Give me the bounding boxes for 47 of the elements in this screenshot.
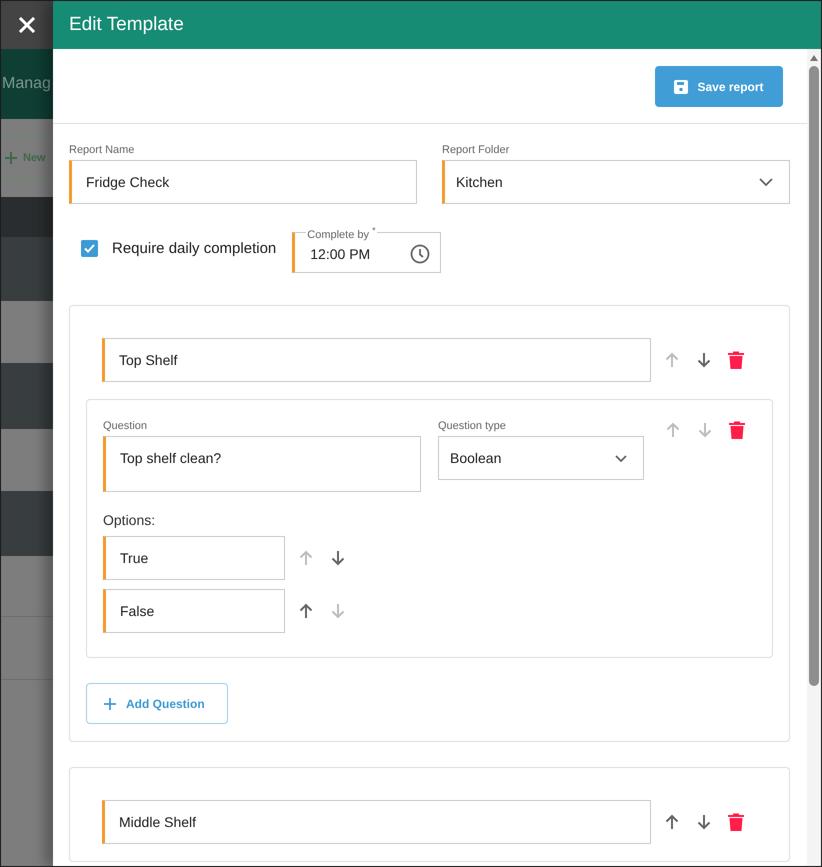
arrow-down-icon: [331, 603, 345, 619]
report-name-field[interactable]: Fridge Check: [69, 160, 417, 204]
scrollbar-thumb[interactable]: [809, 66, 819, 686]
time-field[interactable]: Complete by $^{*}$ 12:00 PM: [292, 224, 442, 273]
clock-icon: [410, 244, 430, 264]
field-label: Report Name: [69, 144, 136, 157]
section-title-field[interactable]: Top Shelf: [102, 338, 651, 382]
dialog-title: Edit Template: [69, 14, 184, 36]
arrow-up-icon: [299, 550, 313, 566]
list-row: [1, 197, 53, 237]
option-field[interactable]: True: [103, 536, 285, 580]
list-row: [1, 491, 53, 556]
arrow-down-icon: [331, 550, 345, 566]
page-title: Manag: [1, 75, 51, 93]
arrow-down-icon: [697, 352, 711, 368]
arrow-up-icon: [666, 422, 680, 438]
options-label: Options:: [103, 512, 156, 528]
field-label: Question type: [438, 420, 507, 433]
field-label: Question: [103, 420, 148, 433]
list-row: [1, 363, 53, 429]
trash-icon: [728, 351, 744, 369]
trash-icon: [729, 421, 745, 439]
plus-icon: [5, 152, 17, 164]
save-icon: [674, 80, 688, 94]
arrow-up-icon: [665, 814, 679, 830]
arrow-up-icon: [299, 603, 313, 619]
arrow-up-icon: [665, 352, 679, 368]
arrow-down-icon: [698, 422, 712, 438]
field-label: Report Folder: [442, 144, 510, 157]
close-icon: [19, 17, 35, 33]
question-type-select[interactable]: Boolean: [438, 436, 644, 480]
list-row: [1, 237, 53, 301]
plus-icon: [104, 698, 116, 710]
checkbox-label: Require daily completion: [112, 240, 276, 257]
chevron-down-icon: [615, 454, 627, 462]
option-field[interactable]: False: [103, 589, 285, 633]
report-folder-select[interactable]: Kitchen: [442, 160, 790, 204]
field-label: Complete by $^{*}$: [306, 224, 377, 241]
checkbox[interactable]: [81, 240, 98, 257]
scroll-up-arrow-icon[interactable]: [810, 55, 818, 61]
close-button[interactable]: [1, 1, 53, 49]
chevron-down-icon: [759, 178, 773, 186]
trash-icon: [728, 813, 744, 831]
section-title-field[interactable]: Middle Shelf: [102, 800, 651, 844]
question-field[interactable]: Top shelf clean?: [103, 436, 421, 492]
arrow-down-icon: [697, 814, 711, 830]
check-icon: [84, 244, 95, 253]
